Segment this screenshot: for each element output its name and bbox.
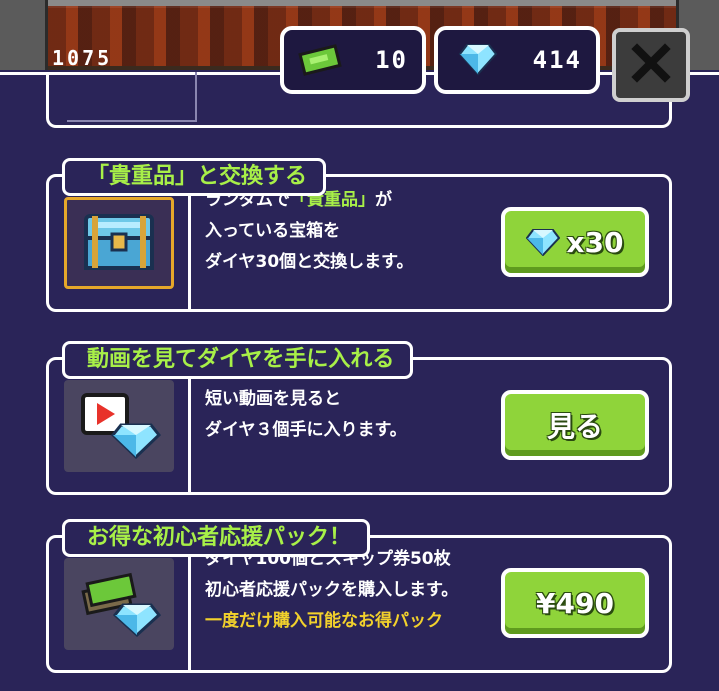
- exchange-icon-cell: [49, 177, 191, 309]
- exchange-description: ランダムで「貴重品」が 入っている宝箱を ダイヤ30個と交換します。: [205, 185, 413, 278]
- ticket-icon: [298, 42, 342, 82]
- exchange-card-title: 「貴重品」と交換する: [62, 158, 327, 196]
- desc-text: が: [375, 190, 392, 210]
- starter-pack-icon-frame: [63, 558, 174, 650]
- starter-pack-icon-cell: [49, 538, 191, 670]
- scene-counter: 1075: [52, 46, 113, 70]
- desc-line: 初心者応援パックを購入します。: [205, 580, 459, 600]
- shop-panel: ランダムで「貴重品」が 入っている宝箱を ダイヤ30個と交換します。 x30 「…: [0, 72, 719, 691]
- starter-pack-description: ダイヤ100個とスキップ券50枚 初心者応援パックを購入します。 一度だけ購入可…: [205, 544, 458, 637]
- video-icon-cell: [49, 360, 191, 492]
- starter-pack-card-title: お得な初心者応援パック！: [62, 519, 371, 557]
- video-description: 短い動画を見ると ダイヤ３個手に入ります。: [205, 384, 407, 446]
- desc-line: 入っている宝箱を: [205, 221, 341, 241]
- close-button[interactable]: [612, 28, 690, 102]
- ticket-bundle-icon: [77, 567, 161, 641]
- ticket-counter: 10: [280, 26, 426, 94]
- diamond-count: 414: [532, 46, 582, 74]
- diamond-counter: 414: [434, 26, 600, 94]
- ticket-count: 10: [375, 46, 408, 74]
- treasure-chest-icon: [82, 210, 156, 276]
- starter-pack-note: 一度だけ購入可能なお得パック: [205, 611, 443, 631]
- treasure-chest-frame: [63, 197, 174, 289]
- diamond-icon: [526, 228, 561, 256]
- exchange-button-label: x30: [566, 225, 624, 259]
- close-icon: [631, 43, 671, 87]
- exchange-diamond-button[interactable]: x30: [501, 207, 649, 277]
- desc-line: ダイヤ30個と交換します。: [205, 252, 414, 272]
- watch-button-label: 見る: [546, 410, 603, 443]
- buy-starter-pack-button[interactable]: ¥490: [501, 568, 649, 638]
- price-label: ¥490: [536, 586, 614, 620]
- diamond-icon: [458, 42, 498, 80]
- video-play-icon: [77, 389, 161, 463]
- video-card-title: 動画を見てダイヤを手に入れる: [62, 341, 414, 379]
- desc-line: ダイヤ３個手に入ります。: [205, 420, 407, 440]
- watch-video-button[interactable]: 見る: [501, 390, 649, 460]
- desc-line: 短い動画を見ると: [205, 389, 341, 409]
- video-icon-frame: [63, 380, 174, 472]
- stone-wall-left: [0, 0, 48, 70]
